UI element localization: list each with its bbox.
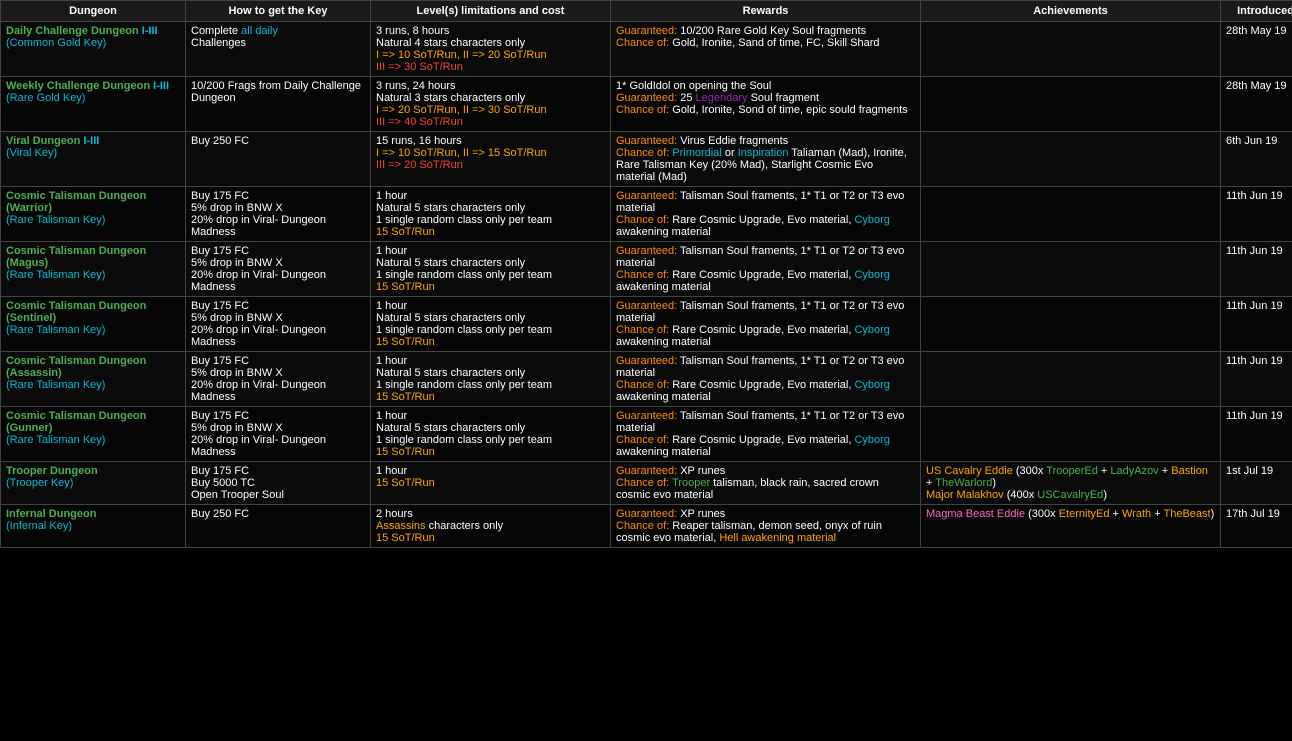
introduced-cell: 6th Jun 19	[1221, 132, 1292, 187]
levels-cell: 15 runs, 16 hoursI => 10 SoT/Run, II => …	[371, 132, 611, 187]
rewards-cell: Guaranteed: 10/200 Rare Gold Key Soul fr…	[611, 22, 921, 77]
achievements-cell: US Cavalry Eddie (300x TrooperEd + LadyA…	[921, 462, 1221, 505]
achievements-cell: Magma Beast Eddie (300x EternityEd + Wra…	[921, 505, 1221, 548]
table-row: Daily Challenge Dungeon I-III(Common Gol…	[1, 22, 1292, 77]
introduced-cell: 1st Jul 19	[1221, 462, 1292, 505]
levels-cell: 1 hourNatural 5 stars characters only1 s…	[371, 187, 611, 242]
achievements-cell	[921, 297, 1221, 352]
rewards-cell: Guaranteed: Virus Eddie fragmentsChance …	[611, 132, 921, 187]
rewards-cell: Guaranteed: Talisman Soul framents, 1* T…	[611, 297, 921, 352]
rewards-cell: Guaranteed: XP runesChance of: Trooper t…	[611, 462, 921, 505]
introduced-cell: 28th May 19	[1221, 22, 1292, 77]
achievements-cell	[921, 352, 1221, 407]
dungeon-cell: Cosmic Talisman Dungeon (Sentinel)(Rare …	[1, 297, 186, 352]
introduced-cell: 28th May 19	[1221, 77, 1292, 132]
table-row: Viral Dungeon I-III(Viral Key)Buy 250 FC…	[1, 132, 1292, 187]
table-row: Cosmic Talisman Dungeon (Sentinel)(Rare …	[1, 297, 1292, 352]
table-row: Cosmic Talisman Dungeon (Assassin)(Rare …	[1, 352, 1292, 407]
levels-cell: 2 hoursAssassins characters only15 SoT/R…	[371, 505, 611, 548]
how-to-key-cell: Buy 175 FC5% drop in BNW X20% drop in Vi…	[186, 297, 371, 352]
how-to-key-cell: Buy 250 FC	[186, 132, 371, 187]
header-rewards: Rewards	[611, 1, 921, 22]
dungeon-cell: Viral Dungeon I-III(Viral Key)	[1, 132, 186, 187]
table-row: Cosmic Talisman Dungeon (Warrior)(Rare T…	[1, 187, 1292, 242]
how-to-key-cell: Buy 250 FC	[186, 505, 371, 548]
introduced-cell: 11th Jun 19	[1221, 242, 1292, 297]
header-dungeon: Dungeon	[1, 1, 186, 22]
introduced-cell: 11th Jun 19	[1221, 407, 1292, 462]
header-introduced: Introduced	[1221, 1, 1292, 22]
levels-cell: 1 hourNatural 5 stars characters only1 s…	[371, 242, 611, 297]
how-to-key-cell: 10/200 Frags from Daily Challenge Dungeo…	[186, 77, 371, 132]
header-key: How to get the Key	[186, 1, 371, 22]
levels-cell: 3 runs, 24 hoursNatural 3 stars characte…	[371, 77, 611, 132]
achievements-cell	[921, 22, 1221, 77]
levels-cell: 1 hourNatural 5 stars characters only1 s…	[371, 352, 611, 407]
achievements-cell	[921, 407, 1221, 462]
introduced-cell: 11th Jun 19	[1221, 352, 1292, 407]
rewards-cell: Guaranteed: Talisman Soul framents, 1* T…	[611, 187, 921, 242]
rewards-cell: Guaranteed: XP runesChance of: Reaper ta…	[611, 505, 921, 548]
rewards-cell: Guaranteed: Talisman Soul framents, 1* T…	[611, 352, 921, 407]
achievements-cell	[921, 77, 1221, 132]
table-row: Cosmic Talisman Dungeon (Gunner)(Rare Ta…	[1, 407, 1292, 462]
dungeon-cell: Cosmic Talisman Dungeon (Assassin)(Rare …	[1, 352, 186, 407]
main-table: Dungeon How to get the Key Level(s) limi…	[0, 0, 1292, 548]
table-row: Cosmic Talisman Dungeon (Magus)(Rare Tal…	[1, 242, 1292, 297]
how-to-key-cell: Buy 175 FCBuy 5000 TCOpen Trooper Soul	[186, 462, 371, 505]
levels-cell: 3 runs, 8 hoursNatural 4 stars character…	[371, 22, 611, 77]
table-row: Infernal Dungeon(Infernal Key)Buy 250 FC…	[1, 505, 1292, 548]
introduced-cell: 11th Jun 19	[1221, 187, 1292, 242]
levels-cell: 1 hourNatural 5 stars characters only1 s…	[371, 407, 611, 462]
rewards-cell: 1* GoldIdol on opening the SoulGuarantee…	[611, 77, 921, 132]
header-levels: Level(s) limitations and cost	[371, 1, 611, 22]
header-achievements: Achievements	[921, 1, 1221, 22]
rewards-cell: Guaranteed: Talisman Soul framents, 1* T…	[611, 242, 921, 297]
how-to-key-cell: Buy 175 FC5% drop in BNW X20% drop in Vi…	[186, 242, 371, 297]
dungeon-cell: Infernal Dungeon(Infernal Key)	[1, 505, 186, 548]
dungeon-cell: Cosmic Talisman Dungeon (Gunner)(Rare Ta…	[1, 407, 186, 462]
how-to-key-cell: Buy 175 FC5% drop in BNW X20% drop in Vi…	[186, 187, 371, 242]
achievements-cell	[921, 132, 1221, 187]
dungeon-cell: Weekly Challenge Dungeon I-III(Rare Gold…	[1, 77, 186, 132]
dungeon-cell: Cosmic Talisman Dungeon (Warrior)(Rare T…	[1, 187, 186, 242]
how-to-key-cell: Complete all dailyChallenges	[186, 22, 371, 77]
rewards-cell: Guaranteed: Talisman Soul framents, 1* T…	[611, 407, 921, 462]
introduced-cell: 17th Jul 19	[1221, 505, 1292, 548]
dungeon-cell: Trooper Dungeon(Trooper Key)	[1, 462, 186, 505]
introduced-cell: 11th Jun 19	[1221, 297, 1292, 352]
dungeon-cell: Cosmic Talisman Dungeon (Magus)(Rare Tal…	[1, 242, 186, 297]
how-to-key-cell: Buy 175 FC5% drop in BNW X20% drop in Vi…	[186, 352, 371, 407]
how-to-key-cell: Buy 175 FC5% drop in BNW X20% drop in Vi…	[186, 407, 371, 462]
levels-cell: 1 hourNatural 5 stars characters only1 s…	[371, 297, 611, 352]
achievements-cell	[921, 242, 1221, 297]
table-row: Weekly Challenge Dungeon I-III(Rare Gold…	[1, 77, 1292, 132]
levels-cell: 1 hour15 SoT/Run	[371, 462, 611, 505]
dungeon-cell: Daily Challenge Dungeon I-III(Common Gol…	[1, 22, 186, 77]
achievements-cell	[921, 187, 1221, 242]
table-row: Trooper Dungeon(Trooper Key)Buy 175 FCBu…	[1, 462, 1292, 505]
